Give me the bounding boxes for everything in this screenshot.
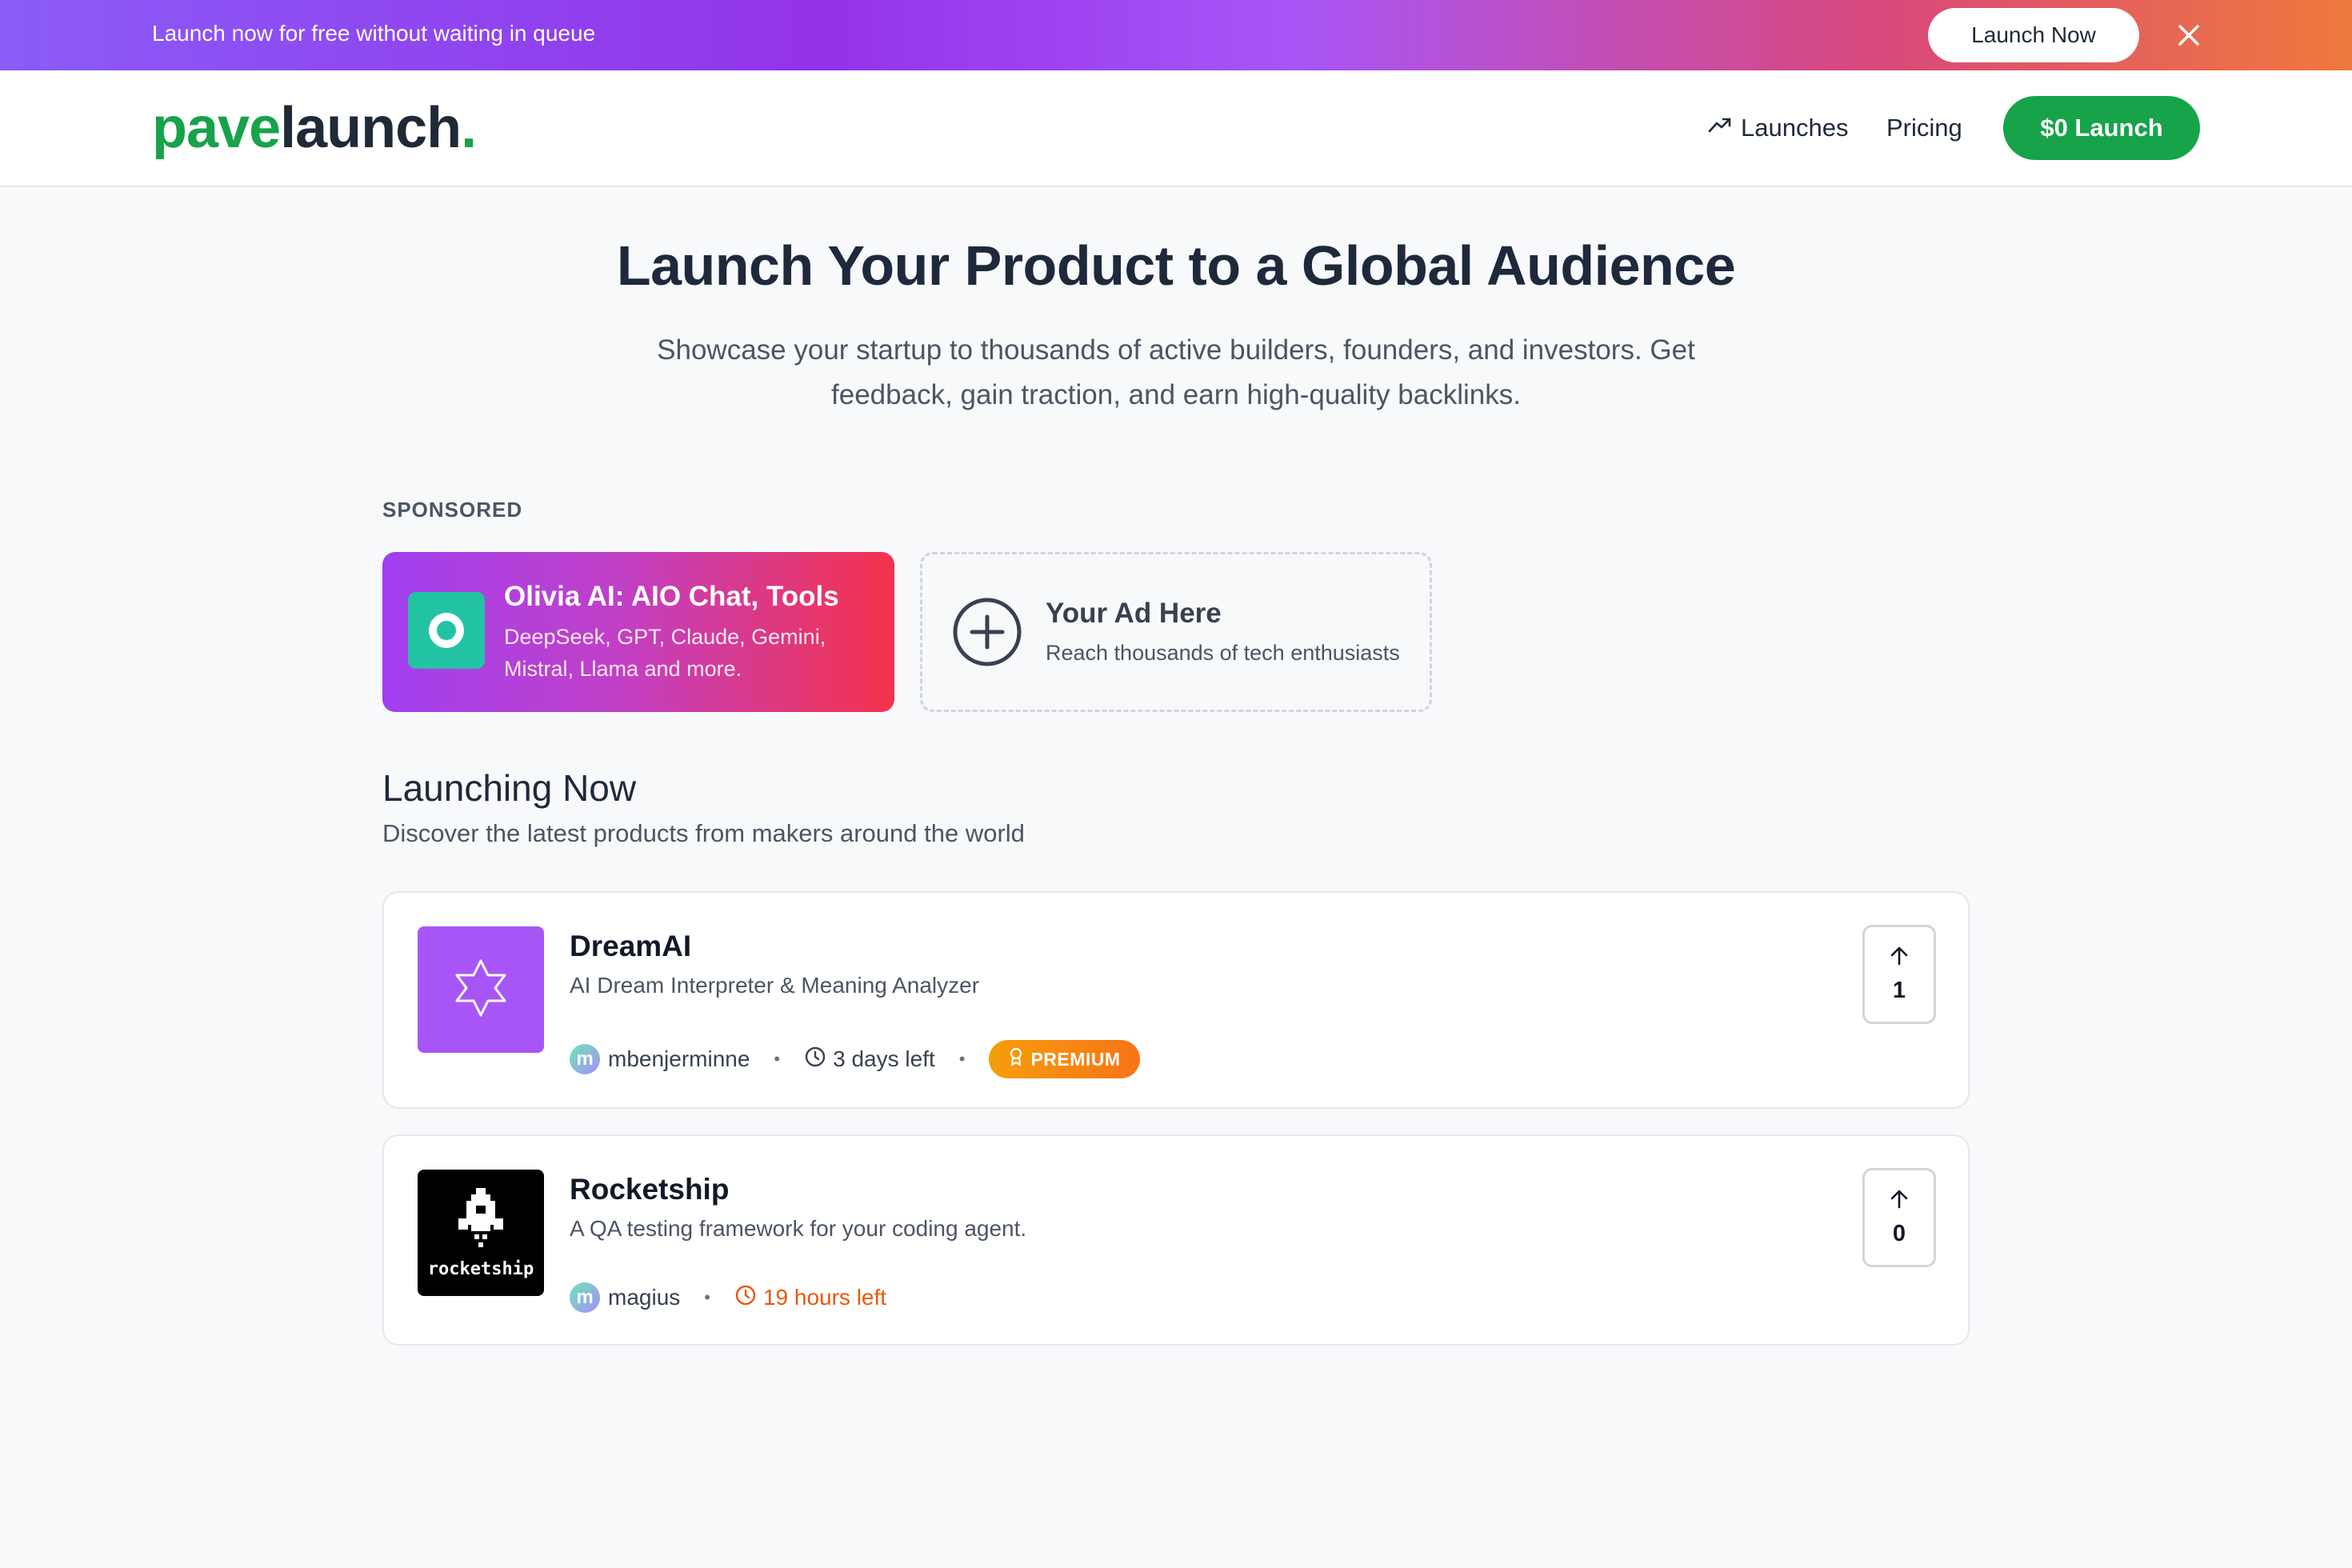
rocket-icon bbox=[454, 1186, 508, 1254]
close-icon[interactable] bbox=[2170, 16, 2208, 54]
sponsor-description: DeepSeek, GPT, Claude, Gemini, Mistral, … bbox=[504, 625, 826, 681]
product-name[interactable]: DreamAI bbox=[570, 930, 691, 963]
product-meta: m mbenjerminne • 3 days left • PREMIUM bbox=[570, 1040, 1140, 1078]
star-icon bbox=[449, 956, 513, 1024]
site-header: pavelaunch. Launches Pricing $0 Launch bbox=[0, 70, 2352, 187]
sponsored-label: SPONSORED bbox=[382, 498, 523, 522]
avatar[interactable]: m bbox=[570, 1282, 600, 1313]
ad-slot-description: Reach thousands of tech enthusiasts bbox=[1046, 641, 1400, 665]
ad-slot-title: Your Ad Here bbox=[1046, 598, 1222, 629]
logo[interactable]: pavelaunch. bbox=[152, 99, 477, 157]
product-tagline: A QA testing framework for your coding a… bbox=[570, 1216, 1027, 1241]
upvote-button[interactable]: 1 bbox=[1862, 925, 1936, 1024]
arrow-up-icon bbox=[1888, 1188, 1910, 1213]
nav-pricing-link[interactable]: Pricing bbox=[1886, 109, 1962, 147]
launching-now-title: Launching Now bbox=[382, 767, 637, 809]
meta-separator: • bbox=[958, 1049, 966, 1069]
banner-launch-now-button[interactable]: Launch Now bbox=[1928, 8, 2139, 62]
product-tagline: AI Dream Interpreter & Meaning Analyzer bbox=[570, 973, 980, 998]
medal-icon bbox=[1008, 1047, 1024, 1071]
clock-icon bbox=[804, 1046, 826, 1074]
maker-name[interactable]: magius bbox=[608, 1285, 680, 1310]
arrow-up-icon bbox=[1888, 945, 1910, 970]
upvote-count: 0 bbox=[1892, 1221, 1906, 1246]
sponsor-title: Olivia AI: AIO Chat, Tools bbox=[504, 581, 839, 612]
rocketship-thumb-text: rocketship bbox=[427, 1259, 534, 1279]
product-card-rocketship[interactable]: rocketship Rocketship A QA testing frame… bbox=[382, 1134, 1970, 1346]
product-card-dreamai[interactable]: DreamAI AI Dream Interpreter & Meaning A… bbox=[382, 891, 1970, 1109]
product-meta: m magius • 19 hours left bbox=[570, 1278, 886, 1317]
time-left: 19 hours left bbox=[734, 1284, 886, 1312]
promo-banner-text: Launch now for free without waiting in q… bbox=[152, 21, 596, 46]
premium-badge: PREMIUM bbox=[989, 1040, 1140, 1078]
launching-now-subtitle: Discover the latest products from makers… bbox=[382, 819, 1025, 847]
product-name[interactable]: Rocketship bbox=[570, 1173, 729, 1206]
nav-launches-link[interactable]: Launches bbox=[1707, 109, 1848, 147]
upvote-count: 1 bbox=[1892, 978, 1906, 1003]
plus-circle-icon bbox=[951, 596, 1023, 668]
olivia-ai-logo-icon bbox=[408, 592, 485, 669]
trending-up-icon bbox=[1707, 112, 1733, 144]
ad-slot-card[interactable]: Your Ad Here Reach thousands of tech ent… bbox=[920, 552, 1432, 712]
avatar[interactable]: m bbox=[570, 1044, 600, 1074]
maker-name[interactable]: mbenjerminne bbox=[608, 1046, 750, 1072]
dreamai-thumbnail[interactable] bbox=[418, 926, 544, 1053]
rocketship-thumbnail[interactable]: rocketship bbox=[418, 1170, 544, 1296]
hero-subtitle: Showcase your startup to thousands of ac… bbox=[657, 334, 1695, 410]
hero-title: Launch Your Product to a Global Audience bbox=[616, 234, 1736, 297]
zero-launch-button[interactable]: $0 Launch bbox=[2003, 96, 2200, 160]
time-left: 3 days left bbox=[804, 1046, 935, 1074]
meta-separator: • bbox=[774, 1049, 781, 1069]
nav-launches-label: Launches bbox=[1741, 114, 1849, 142]
clock-icon bbox=[734, 1284, 757, 1312]
upvote-button[interactable]: 0 bbox=[1862, 1168, 1936, 1267]
sponsor-card-olivia-ai[interactable]: Olivia AI: AIO Chat, Tools DeepSeek, GPT… bbox=[382, 552, 894, 712]
meta-separator: • bbox=[704, 1287, 710, 1307]
promo-banner: Launch now for free without waiting in q… bbox=[0, 0, 2352, 70]
